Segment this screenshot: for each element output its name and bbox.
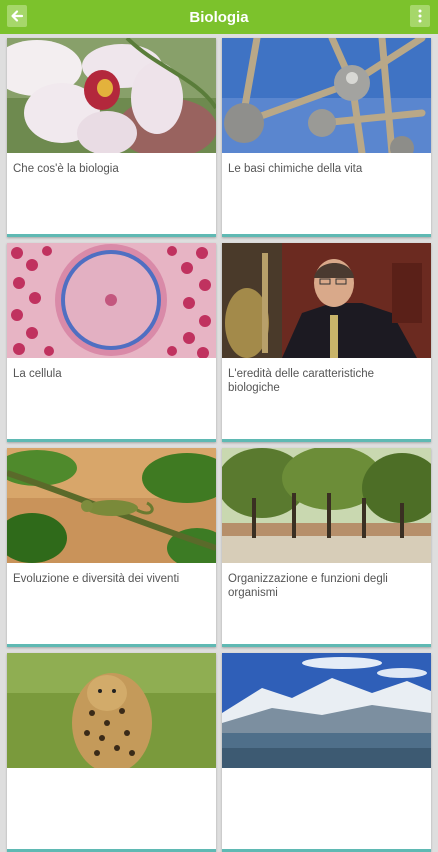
more-vertical-icon bbox=[418, 9, 422, 23]
chapter-card[interactable]: Che cos'è la biologia bbox=[7, 38, 216, 237]
chapter-thumbnail bbox=[7, 38, 216, 153]
chapter-thumbnail bbox=[222, 448, 431, 563]
chapter-thumbnail bbox=[222, 653, 431, 768]
chapter-title: Evoluzione e diversità dei viventi bbox=[13, 573, 180, 585]
chapter-card[interactable]: Organizzazione e funzioni degli organism… bbox=[222, 448, 431, 647]
arrow-left-icon bbox=[11, 10, 24, 22]
app-header: Biologia bbox=[0, 0, 438, 34]
chapter-card[interactable]: Evoluzione e diversità dei viventi bbox=[7, 448, 216, 647]
page-title: Biologia bbox=[189, 8, 249, 26]
chapter-title: Le basi chimiche della vita bbox=[228, 163, 363, 175]
chapter-card[interactable]: La cellula bbox=[7, 243, 216, 442]
chapter-card[interactable] bbox=[222, 653, 431, 852]
chapter-title: La cellula bbox=[13, 368, 62, 380]
chapter-title: Organizzazione e funzioni degli organism… bbox=[228, 573, 388, 599]
chapter-thumbnail bbox=[7, 448, 216, 563]
chapter-card[interactable]: L'eredità delle caratteristiche biologic… bbox=[222, 243, 431, 442]
chapter-title: L'eredità delle caratteristiche biologic… bbox=[228, 368, 375, 394]
chapter-thumbnail bbox=[222, 38, 431, 153]
chapter-thumbnail bbox=[7, 243, 216, 358]
overflow-menu-button[interactable] bbox=[410, 5, 430, 27]
chapter-thumbnail bbox=[222, 243, 431, 358]
chapter-title: Che cos'è la biologia bbox=[13, 163, 119, 175]
chapter-card[interactable]: Le basi chimiche della vita bbox=[222, 38, 431, 237]
chapter-card[interactable] bbox=[7, 653, 216, 852]
chapter-thumbnail bbox=[7, 653, 216, 768]
back-button[interactable] bbox=[7, 5, 27, 27]
